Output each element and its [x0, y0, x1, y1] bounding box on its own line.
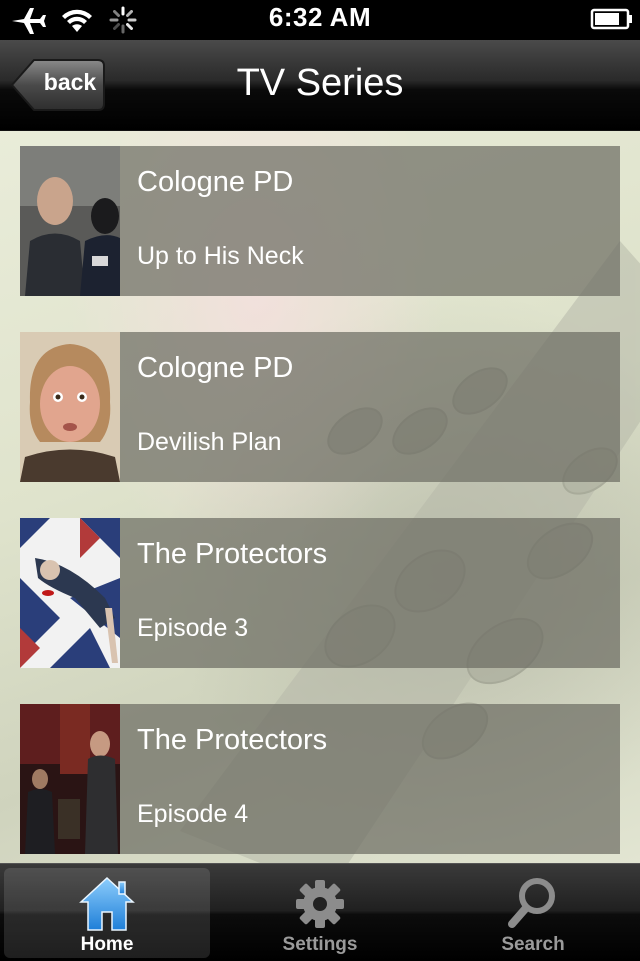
episode-thumbnail	[20, 518, 120, 668]
tab-home-label: Home	[80, 934, 134, 955]
episode-title: Episode 4	[137, 800, 249, 828]
content-area[interactable]: Cologne PD Up to His Neck Cologne PD Dev…	[0, 131, 640, 863]
tab-search[interactable]: Search	[430, 868, 636, 958]
navigation-bar: back TV Series	[0, 40, 640, 131]
list-item[interactable]: Cologne PD Devilish Plan	[20, 332, 620, 482]
episode-thumbnail	[20, 332, 120, 482]
item-info-panel: Cologne PD Up to His Neck	[120, 146, 620, 296]
tab-bar: Home Settings Search	[0, 863, 640, 961]
item-info-panel: Cologne PD Devilish Plan	[120, 332, 620, 482]
episode-title: Episode 3	[137, 614, 249, 642]
episode-thumbnail	[20, 146, 120, 296]
series-title: The Protectors	[137, 538, 328, 570]
episode-thumbnail	[20, 704, 120, 854]
series-title: Cologne PD	[137, 166, 294, 198]
episode-title: Devilish Plan	[137, 428, 282, 456]
series-title: Cologne PD	[137, 352, 294, 384]
item-info-panel: The Protectors Episode 4	[120, 704, 620, 854]
episode-title: Up to His Neck	[137, 242, 304, 270]
tab-settings-label: Settings	[282, 934, 358, 955]
search-icon	[508, 878, 555, 928]
item-info-panel: The Protectors Episode 3	[120, 518, 620, 668]
battery-icon	[590, 6, 634, 37]
list-item[interactable]: The Protectors Episode 4	[20, 704, 620, 854]
tab-settings[interactable]: Settings	[217, 868, 423, 958]
clock: 6:32 AM	[268, 2, 372, 32]
tab-home[interactable]: Home	[4, 868, 210, 958]
list-item[interactable]: The Protectors Episode 3	[20, 518, 620, 668]
status-bar: 6:32 AM	[0, 0, 640, 40]
gear-icon	[296, 880, 344, 928]
list-item[interactable]: Cologne PD Up to His Neck	[20, 146, 620, 296]
series-title: The Protectors	[137, 724, 328, 756]
home-icon	[79, 876, 135, 931]
tab-search-label: Search	[501, 934, 565, 955]
page-title: TV Series	[236, 62, 404, 104]
